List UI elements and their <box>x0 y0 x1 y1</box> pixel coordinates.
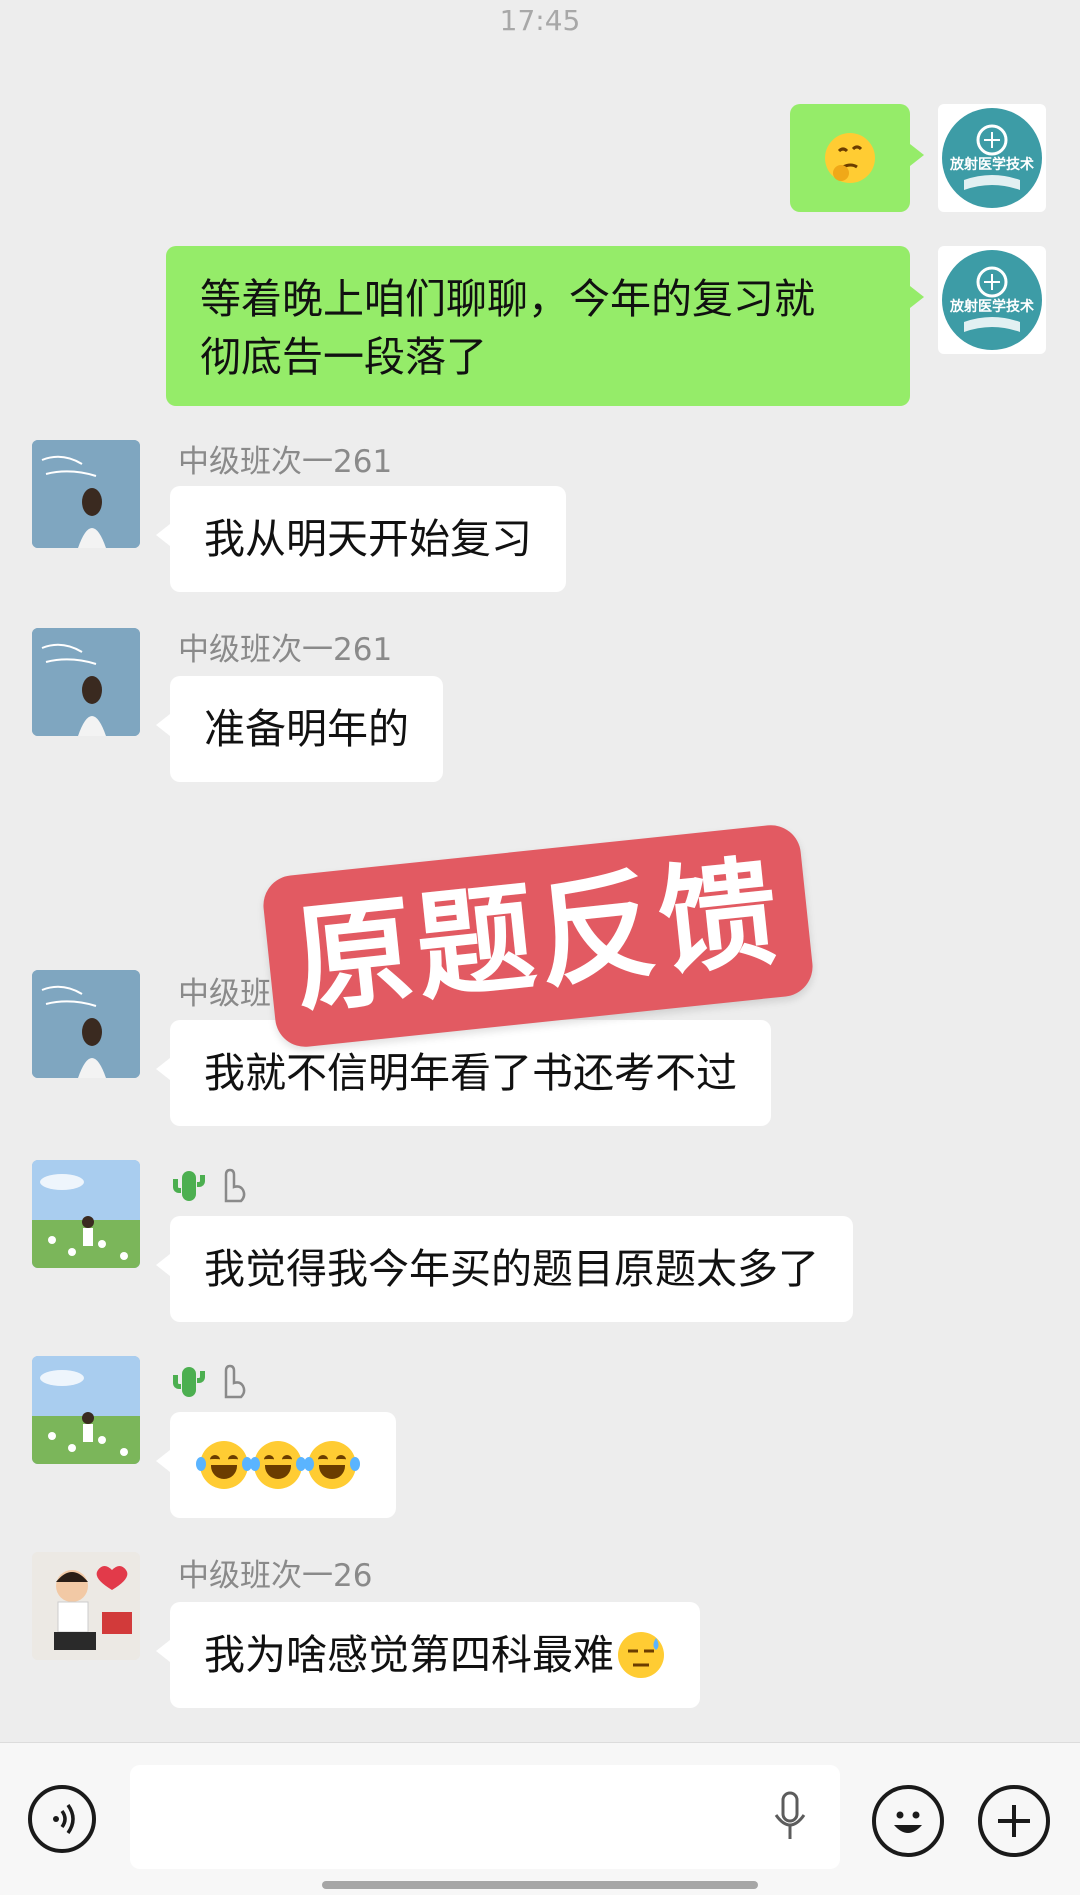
message-bubble-text[interactable]: 我为啥感觉第四科最难 <box>156 1602 700 1708</box>
message-text: 我就不信明年看了书还考不过 <box>204 1049 737 1097</box>
thinking-face-icon <box>825 133 875 183</box>
message-text: 我从明天开始复习 <box>204 515 532 563</box>
message-text-line: 彻底告一段落了 <box>200 333 487 381</box>
message-text-line: 等着晚上咱们聊聊，今年的复习就 <box>200 275 815 323</box>
tears-of-joy-icon <box>250 1441 306 1489</box>
self-avatar[interactable]: 放射医学技术 <box>938 104 1046 212</box>
voice-wave-icon <box>53 1803 75 1835</box>
emoji-button[interactable] <box>872 1785 944 1857</box>
voice-input-toggle[interactable] <box>28 1785 96 1853</box>
home-indicator[interactable] <box>322 1881 758 1889</box>
smiley-icon <box>894 1811 922 1833</box>
contact-avatar[interactable] <box>32 628 140 736</box>
message-text: 我为啥感觉第四科最难 <box>204 1631 614 1679</box>
sender-name: 中级班次一261 <box>178 444 393 480</box>
sender-icons <box>173 1166 248 1206</box>
tears-of-joy-icon <box>304 1441 360 1489</box>
self-avatar[interactable]: 放射医学技术 <box>938 246 1046 354</box>
contact-avatar[interactable] <box>32 440 140 548</box>
self-avatar-label: 放射医学技术 <box>950 299 1034 315</box>
message-text: 我觉得我今年买的题目原题太多了 <box>204 1245 819 1293</box>
chat-input-bar <box>0 1742 1080 1895</box>
flower-field-photo-icon <box>32 1160 140 1268</box>
message-bubble-text[interactable]: 准备明年的 <box>156 676 443 782</box>
contact-avatar[interactable] <box>32 1356 140 1464</box>
message-input[interactable] <box>130 1765 840 1869</box>
hand-icon <box>224 1364 246 1399</box>
hand-icon <box>224 1168 246 1203</box>
tears-of-joy-icon <box>196 1441 252 1489</box>
girl-portrait-icon <box>32 628 140 736</box>
sender-name: 中级班次一261 <box>178 632 393 668</box>
contact-avatar[interactable] <box>32 1160 140 1268</box>
message-bubble-emoji[interactable] <box>790 104 924 212</box>
plus-icon <box>998 1805 1030 1837</box>
sweat-face-icon <box>618 1632 664 1678</box>
message-timestamp: 17:45 <box>499 4 581 37</box>
girl-portrait-icon <box>32 440 140 548</box>
cactus-icon <box>173 1367 205 1397</box>
cactus-icon <box>173 1171 205 1201</box>
sender-name: 中级班次一26 <box>178 1558 373 1594</box>
contact-avatar[interactable] <box>32 1552 140 1660</box>
sender-icons <box>173 1362 248 1402</box>
message-bubble-text[interactable]: 等着晚上咱们聊聊，今年的复习就 彻底告一段落了 <box>166 246 924 406</box>
sender-name: 中级班 <box>178 976 271 1012</box>
message-bubble-text[interactable]: 我觉得我今年买的题目原题太多了 <box>156 1216 853 1322</box>
girl-portrait-icon <box>32 970 140 1078</box>
self-avatar-label: 放射医学技术 <box>950 157 1034 173</box>
message-text: 准备明年的 <box>204 705 409 753</box>
child-photo-icon <box>32 1552 140 1660</box>
message-bubble-emoji[interactable] <box>156 1412 396 1518</box>
message-bubble-text[interactable]: 我从明天开始复习 <box>156 486 566 592</box>
overlay-banner: 原题反馈 <box>260 822 816 1050</box>
more-actions-button[interactable] <box>978 1785 1050 1857</box>
message-bubble-text[interactable]: 我就不信明年看了书还考不过 <box>156 1020 771 1126</box>
flower-field-photo-icon <box>32 1356 140 1464</box>
microphone-icon[interactable] <box>770 1791 810 1843</box>
contact-avatar[interactable] <box>32 970 140 1078</box>
